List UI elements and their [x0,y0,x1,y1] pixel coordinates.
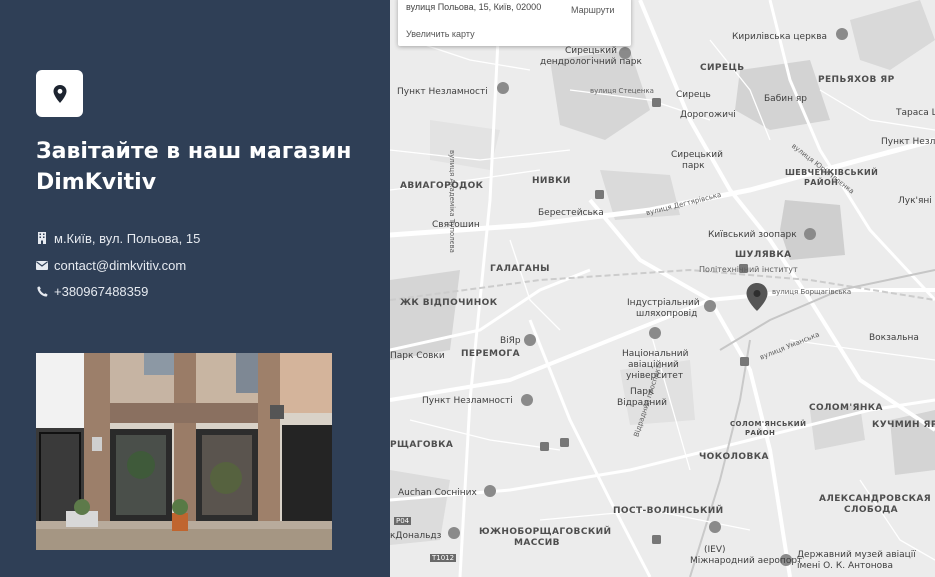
map-label-dorohozhychi: Дорогожичі [680,110,736,120]
map-label-aviation-museum: Державний музей авіації [797,550,916,560]
map-label-repiakhov: РЕПЬЯХОВ ЯР [818,75,895,85]
map-label-kpi: Політехнічний інститут [699,265,798,274]
map-pin-icon [53,84,66,103]
enlarge-map-link[interactable]: Увеличить карту [406,29,475,39]
storefront-image [36,353,332,550]
map-label-tupoleva: вулиця Академіка Туполєва [448,150,456,253]
map-label-oleksandrivska-2: СЛОБОДА [844,505,899,515]
map-label-galahany: ГАЛАГАНЫ [490,264,550,274]
map-label-syretskyi-park2: Сирецький [671,150,723,160]
map-label-syretskyi-park: Сирецький [565,46,617,56]
map-label-vidpochynok: ЖК ВІДПОЧИНОК [400,298,498,308]
map-label-kuchmin-yar: КУЧМИН ЯР [872,420,935,430]
map-label-syrets-station: Сирець [676,90,711,100]
phone-icon [36,285,48,297]
map-label-sviatoshyn: Святошин [432,220,480,230]
map-label-p04: P04 [394,517,412,525]
map-label-borshchahivska: вулиця Борщагівська [772,288,852,296]
map-label-solomianskyi: СОЛОМ'ЯНСЬКИЙ [730,420,807,428]
map-label-park-sovky: Парк Совки [390,351,445,361]
map-label-kyrylivska: Кирилівська церква [732,32,828,42]
location-badge [36,70,83,117]
map-label-industrial-2: шляхопровід [636,309,698,319]
building-icon [36,232,48,244]
email-link[interactable]: contact@dimkvitiv.com [54,258,186,273]
title-line-2: DimKvitiv [36,170,157,195]
title-line-1: Завітайте в наш магазин [36,139,352,164]
map-label-shuliavka: ШУЛЯВКА [735,250,792,260]
map-label-iev: (IEV) [704,545,726,555]
map-label-oleksandrivska: АЛЕКСАНДРОВСКАЯ [819,494,932,504]
contact-panel: Завітайте в наш магазин DimKvitiv м.Київ… [0,0,390,577]
map-label-punkt-right: Пункт Незламні [881,137,935,147]
email-row[interactable]: contact@dimkvitiv.com [36,255,366,275]
envelope-icon [36,259,48,271]
map-label-syrets: СИРЕЦЬ [700,63,745,73]
info-card-address: вулиця Польова, 15, Київ, 02000 [406,2,542,12]
map-label-tarasa: Тараса Ш [896,108,935,118]
map-label-peremoha: ПЕРЕМОГА [461,349,520,359]
routes-link[interactable]: Маршрути [571,5,614,15]
map-label-zoo: Київський зоопарк [708,230,797,240]
map-label-industrial: Індустріальний [627,298,700,308]
map-label-yuzhnoborshch-2: МАССИВ [514,538,560,548]
map-label-viyar: ВіЯр [500,336,521,346]
map-label-solomianskyi-2: РАЙОН [745,429,776,437]
map-label-punkt-mid: Пункт Незламності [422,396,513,406]
map-label-syretskyi-park2-2: парк [682,161,705,171]
map-label-chokolivka: ЧОКОЛОВКА [699,452,769,462]
phone-link[interactable]: +380967488359 [54,284,148,299]
map-label-berestejska: Берестейська [538,208,604,218]
map-label-lukianivka: Лук'яні [898,196,932,206]
map-label-t1012: T1012 [430,554,457,562]
map-label-post-volynskyi: ПОСТ-ВОЛИНСЬКИЙ [613,506,724,516]
map-label-nau: Національний [622,349,689,359]
map-label-punkt-top: Пункт Незламності [397,87,488,97]
map-label-airport: Міжнародний аеропорт [690,556,803,566]
map-label-stetsenka: вулиця Стеценка [590,87,654,95]
map-label-vokzalna: Вокзальна [869,333,919,343]
address-row: м.Київ, вул. Польова, 15 [36,228,366,248]
google-map[interactable]: Сирецький дендрологічний парк Кирилівськ… [390,0,935,577]
storefront-photo [36,353,332,550]
map-label-borshchahivka: РЩАГОВКА [390,440,454,450]
map-label-solomianka: СОЛОМ'ЯНКА [809,403,883,413]
map-info-card: вулиця Польова, 15, Київ, 02000 Маршрути… [398,0,631,46]
map-label-yuzhnoborshch: ЮЖНОБОРЩАГОВСКИЙ [479,527,612,537]
map-label-mcdonalds: кДональдз [390,531,442,541]
map-label-babyn-yar: Бабин яр [764,94,807,104]
page-title: Завітайте в наш магазин DimKvitiv [36,136,366,198]
map-label-aviahorodok: АВИАГОРОДОК [400,181,484,191]
phone-row[interactable]: +380967488359 [36,281,366,301]
map-label-syretskyi-park-2: дендрологічний парк [540,57,642,67]
map-label-auchan: Auchan Сосніних [398,488,477,498]
address-text: м.Київ, вул. Польова, 15 [54,230,201,246]
map-label-nyvky: НИВКИ [532,176,571,186]
map-label-aviation-museum-2: імені О. К. Антонова [797,561,893,571]
